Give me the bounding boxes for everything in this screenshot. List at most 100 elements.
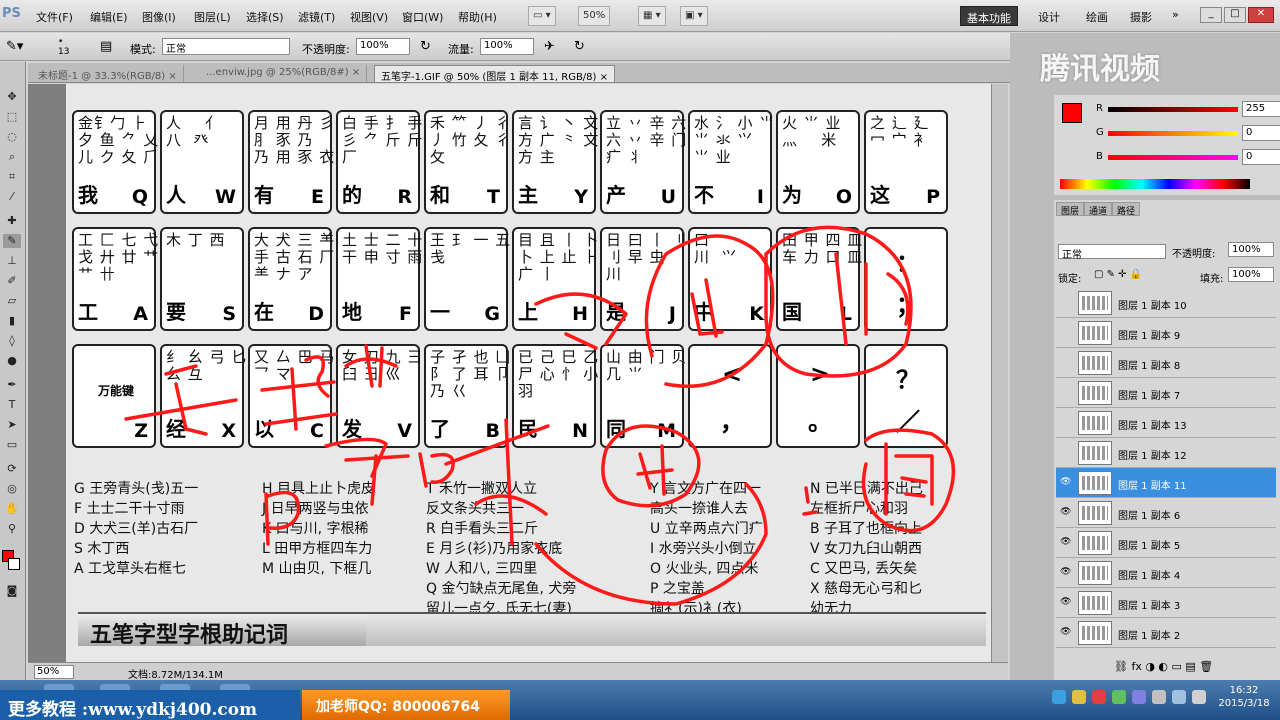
- layer-row[interactable]: 图层 1 副本 7: [1056, 378, 1276, 408]
- brush-panel-icon[interactable]: ▤: [100, 39, 112, 54]
- visibility-eye-icon[interactable]: [1060, 357, 1072, 367]
- visibility-eye-icon[interactable]: 👁: [1060, 477, 1072, 487]
- tray-flag-icon[interactable]: [1152, 690, 1166, 704]
- more-workspaces-icon[interactable]: »: [1172, 8, 1179, 21]
- blue-value-input[interactable]: 0: [1242, 149, 1280, 165]
- vertical-scrollbar[interactable]: [991, 84, 1008, 662]
- layer-row[interactable]: 图层 1 副本 9: [1056, 318, 1276, 348]
- menu-file[interactable]: 文件(F): [36, 9, 73, 25]
- menu-select[interactable]: 选择(S): [246, 9, 284, 25]
- layer-row[interactable]: 图层 1 副本 12: [1056, 438, 1276, 468]
- visibility-eye-icon[interactable]: [1060, 387, 1072, 397]
- quick-select-tool-icon[interactable]: ⌕: [3, 150, 21, 164]
- layer-row[interactable]: 👁 图层 1 副本 6: [1056, 498, 1276, 528]
- brush-size-icon[interactable]: • 13: [58, 37, 69, 57]
- eraser-tool-icon[interactable]: ▱: [3, 294, 21, 308]
- visibility-eye-icon[interactable]: [1060, 417, 1072, 427]
- crop-tool-icon[interactable]: ⌗: [3, 170, 21, 184]
- arrange-documents-icon[interactable]: ▦ ▾: [638, 6, 666, 26]
- green-slider[interactable]: G 0: [1096, 125, 1280, 143]
- tray-network-icon[interactable]: [1052, 690, 1066, 704]
- brush-tool-icon[interactable]: ✎: [3, 234, 21, 248]
- tray-input-icon[interactable]: [1132, 690, 1146, 704]
- tab-paths[interactable]: 路径: [1112, 202, 1141, 217]
- canvas-area[interactable]: 金钅勹 ⺊ 夕 鱼 ⺈ 乂 儿 ク 夂 ⺁我 Q 人 亻 八 癶人W月 用 丹 彡 …: [28, 84, 1008, 662]
- quick-mask-icon[interactable]: ◙: [3, 584, 21, 598]
- red-slider[interactable]: R 255: [1096, 101, 1280, 119]
- workspace-basic-button[interactable]: 基本功能: [960, 6, 1018, 26]
- green-value-input[interactable]: 0: [1242, 125, 1280, 141]
- visibility-eye-icon[interactable]: [1060, 327, 1072, 337]
- fill-input[interactable]: 100%: [1228, 267, 1274, 282]
- visibility-eye-icon[interactable]: 👁: [1060, 627, 1072, 637]
- visibility-eye-icon[interactable]: [1060, 297, 1072, 307]
- status-zoom[interactable]: 50%: [34, 665, 74, 679]
- menu-view[interactable]: 视图(V): [350, 9, 388, 25]
- visibility-eye-icon[interactable]: 👁: [1060, 567, 1072, 577]
- move-tool-icon[interactable]: ✥: [3, 90, 21, 104]
- menu-window[interactable]: 窗口(W): [402, 9, 443, 25]
- lock-icons[interactable]: ▢ ✎ ✛ 🔒: [1094, 269, 1142, 280]
- hand-tool-icon[interactable]: ✋: [3, 502, 21, 516]
- healing-tool-icon[interactable]: ✚: [3, 214, 21, 228]
- opacity-input[interactable]: 100%: [356, 38, 410, 55]
- red-value-input[interactable]: 255: [1242, 101, 1280, 117]
- background-color-swatch[interactable]: [8, 558, 20, 570]
- path-select-tool-icon[interactable]: ➤: [3, 418, 21, 432]
- history-brush-tool-icon[interactable]: ✐: [3, 274, 21, 288]
- layer-row[interactable]: 👁 图层 1 副本 2: [1056, 618, 1276, 648]
- screen-mode-button[interactable]: ▭ ▾: [528, 6, 556, 26]
- document-canvas[interactable]: 金钅勹 ⺊ 夕 鱼 ⺈ 乂 儿 ク 夂 ⺁我 Q 人 亻 八 癶人W月 用 丹 彡 …: [66, 84, 991, 662]
- pressure-size-icon[interactable]: ↻: [574, 39, 585, 54]
- 3d-rotate-tool-icon[interactable]: ⟳: [3, 462, 21, 476]
- visibility-eye-icon[interactable]: 👁: [1060, 537, 1072, 547]
- visibility-eye-icon[interactable]: 👁: [1060, 507, 1072, 517]
- flow-input[interactable]: 100%: [480, 38, 534, 55]
- workspace-painting-button[interactable]: 绘画: [1080, 6, 1114, 26]
- airbrush-icon[interactable]: ✈: [544, 39, 555, 54]
- menu-edit[interactable]: 编辑(E): [90, 9, 128, 25]
- layer-row[interactable]: 👁 图层 1 副本 3: [1056, 588, 1276, 618]
- shape-tool-icon[interactable]: ▭: [3, 438, 21, 452]
- menu-layer[interactable]: 图层(L): [194, 9, 231, 25]
- tab-layers[interactable]: 图层: [1056, 202, 1085, 217]
- menu-help[interactable]: 帮助(H): [458, 9, 497, 25]
- tab-enviw[interactable]: ...enviw.jpg @ 25%(RGB/8#) ×: [200, 65, 368, 82]
- tab-wubi-gif[interactable]: 五笔字-1.GIF @ 50% (图层 1 副本 11, RGB/8) ×: [374, 65, 615, 83]
- layer-row[interactable]: 图层 1 副本 13: [1056, 408, 1276, 438]
- lasso-tool-icon[interactable]: ◌: [3, 130, 21, 144]
- menu-filter[interactable]: 滤镜(T): [298, 9, 335, 25]
- blend-mode-select[interactable]: 正常: [1058, 244, 1166, 261]
- marquee-tool-icon[interactable]: ⬚: [3, 110, 21, 124]
- tray-monitor-icon[interactable]: [1172, 690, 1186, 704]
- tray-shield-icon[interactable]: [1112, 690, 1126, 704]
- zoom-tool-icon[interactable]: ⚲: [3, 522, 21, 536]
- zoom-level-dropdown[interactable]: 50%: [578, 6, 611, 26]
- tab-untitled[interactable]: 未标题-1 @ 33.3%(RGB/8) ×: [32, 65, 184, 82]
- type-tool-icon[interactable]: T: [3, 398, 21, 412]
- tab-channels[interactable]: 通道: [1084, 202, 1113, 217]
- menu-image[interactable]: 图像(I): [142, 9, 176, 25]
- layer-row[interactable]: 👁 图层 1 副本 11: [1056, 468, 1276, 498]
- visibility-eye-icon[interactable]: [1060, 447, 1072, 457]
- layer-row[interactable]: 👁 图层 1 副本 4: [1056, 558, 1276, 588]
- pressure-opacity-icon[interactable]: ↻: [420, 39, 431, 54]
- layer-row[interactable]: 图层 1 副本 8: [1056, 348, 1276, 378]
- restore-button[interactable]: □: [1224, 7, 1246, 23]
- blur-tool-icon[interactable]: ◊: [3, 334, 21, 348]
- workspace-photo-button[interactable]: 摄影: [1124, 6, 1158, 26]
- gradient-tool-icon[interactable]: ▮: [3, 314, 21, 328]
- blue-slider[interactable]: B 0: [1096, 149, 1280, 167]
- close-button[interactable]: ✕: [1248, 7, 1274, 23]
- workspace-design-button[interactable]: 设计: [1032, 6, 1066, 26]
- layer-row[interactable]: 👁 图层 1 副本 5: [1056, 528, 1276, 558]
- 3d-orbit-tool-icon[interactable]: ◎: [3, 482, 21, 496]
- visibility-eye-icon[interactable]: 👁: [1060, 597, 1072, 607]
- eyedropper-tool-icon[interactable]: ⁄: [3, 190, 21, 204]
- stamp-tool-icon[interactable]: ⊥: [3, 254, 21, 268]
- screen-layout-icon[interactable]: ▣ ▾: [680, 6, 708, 26]
- mode-select[interactable]: 正常: [162, 38, 290, 55]
- taskbar-clock[interactable]: 16:32 2015/3/18: [1210, 684, 1278, 710]
- dodge-tool-icon[interactable]: ●: [3, 354, 21, 368]
- layer-opacity-input[interactable]: 100%: [1228, 242, 1274, 257]
